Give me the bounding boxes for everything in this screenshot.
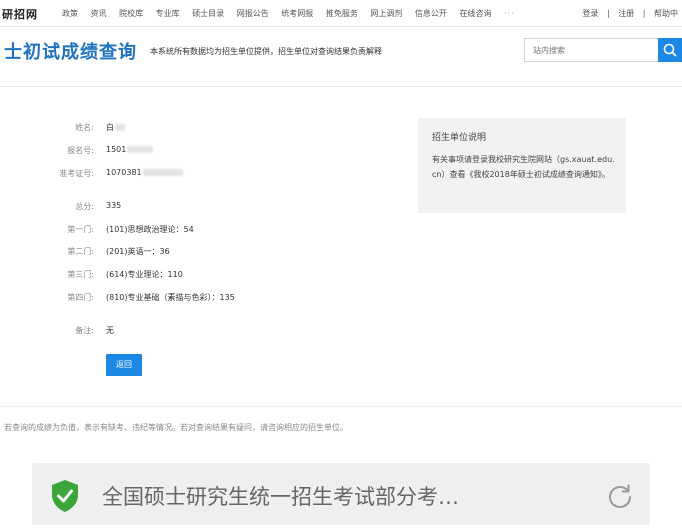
security-shield-icon: [52, 480, 78, 512]
redacted-mask: [127, 146, 154, 153]
nav-item-announcements[interactable]: 网报公告: [237, 9, 269, 18]
subject-2-value: (201)英语一：36: [106, 247, 170, 256]
browser-address-bar[interactable]: 全国硕士研究生统一招生考试部分考…: [32, 463, 650, 525]
nav-item-registration[interactable]: 统考网报: [281, 9, 313, 18]
page-header: 士初试成绩查询 本系统所有数据均为招生单位提供，招生单位对查询结果负责解释: [0, 26, 682, 72]
site-logo[interactable]: 研招网: [2, 6, 38, 22]
institution-notes: 招生单位说明 有关事项请登录我校研究生院网站（gs.xauat.edu.cn）查…: [418, 118, 626, 213]
subject-4-label: 第四门:: [67, 293, 94, 302]
redacted-mask: [142, 169, 183, 176]
exam-ticket-value: 1070381: [106, 168, 183, 177]
divider: |: [606, 9, 610, 18]
registration-number-label: 报名号:: [67, 146, 94, 155]
subject-3-label: 第三门:: [67, 270, 94, 279]
help-link[interactable]: 帮助中: [654, 9, 678, 18]
search-input[interactable]: [524, 38, 658, 62]
nav-item-majors[interactable]: 专业库: [156, 9, 180, 18]
back-button[interactable]: 返回: [106, 354, 142, 376]
remarks-value: 无: [106, 326, 114, 335]
redacted-mask: [115, 124, 125, 131]
account-links: 登录 | 注册 | 帮助中: [576, 8, 678, 19]
nav-item-schools[interactable]: 院校库: [119, 9, 143, 18]
main-nav: 政策 资讯 院校库 专业库 硕士目录 网报公告 统考网报 推免服务 网上调剂 信…: [62, 8, 525, 19]
header-divider: [0, 86, 682, 87]
subject-3-value: (614)专业理论：110: [106, 270, 183, 279]
register-link[interactable]: 注册: [618, 9, 634, 18]
data-notice: 本系统所有数据均为招生单位提供，招生单位对查询结果负责解释: [150, 47, 382, 56]
total-score-label: 总分:: [75, 202, 94, 211]
subject-1-label: 第一门:: [67, 225, 94, 234]
nav-more-icon[interactable]: ···: [504, 9, 515, 18]
nav-item-recommendation[interactable]: 推免服务: [326, 9, 358, 18]
name-value: 白: [106, 122, 125, 133]
nav-item-disclosure[interactable]: 信息公开: [415, 9, 447, 18]
page-title: 士初试成绩查询: [4, 42, 137, 63]
nav-item-catalog[interactable]: 硕士目录: [192, 9, 224, 18]
total-score-value: 335: [106, 201, 122, 210]
footnote: 若查询的成绩为负值，表示有缺考、违纪等情况。若对查询结果有疑问，请咨询相应的招生…: [4, 423, 348, 432]
login-link[interactable]: 登录: [582, 9, 598, 18]
subject-2-label: 第二门:: [67, 247, 94, 256]
exam-ticket-label: 准考证号:: [59, 169, 94, 178]
search-icon: [663, 43, 677, 57]
reload-icon[interactable]: [606, 482, 634, 510]
name-label: 姓名:: [75, 123, 94, 132]
footer-divider: [0, 406, 682, 407]
notes-body: 有关事项请登录我校研究生院网站（gs.xauat.edu.cn）查看《我校201…: [432, 155, 615, 179]
page-title-text: 全国硕士研究生统一招生考试部分考…: [102, 485, 459, 509]
top-nav-bar: 研招网 政策 资讯 院校库 专业库 硕士目录 网报公告 统考网报 推免服务 网上…: [0, 0, 682, 27]
nav-item-consult[interactable]: 在线咨询: [459, 9, 491, 18]
nav-item-adjustment[interactable]: 网上调剂: [370, 9, 402, 18]
nav-item-policy[interactable]: 政策: [62, 9, 78, 18]
remarks-label: 备注:: [75, 326, 94, 335]
divider: |: [642, 9, 646, 18]
subject-1-value: (101)思想政治理论：54: [106, 225, 194, 234]
notes-heading: 招生单位说明: [432, 133, 487, 143]
subject-4-value: (810)专业基础（素描与色彩）：135: [106, 293, 235, 302]
registration-number-value: 1501: [106, 145, 154, 154]
nav-item-news[interactable]: 资讯: [91, 9, 107, 18]
search-button[interactable]: [658, 38, 682, 62]
